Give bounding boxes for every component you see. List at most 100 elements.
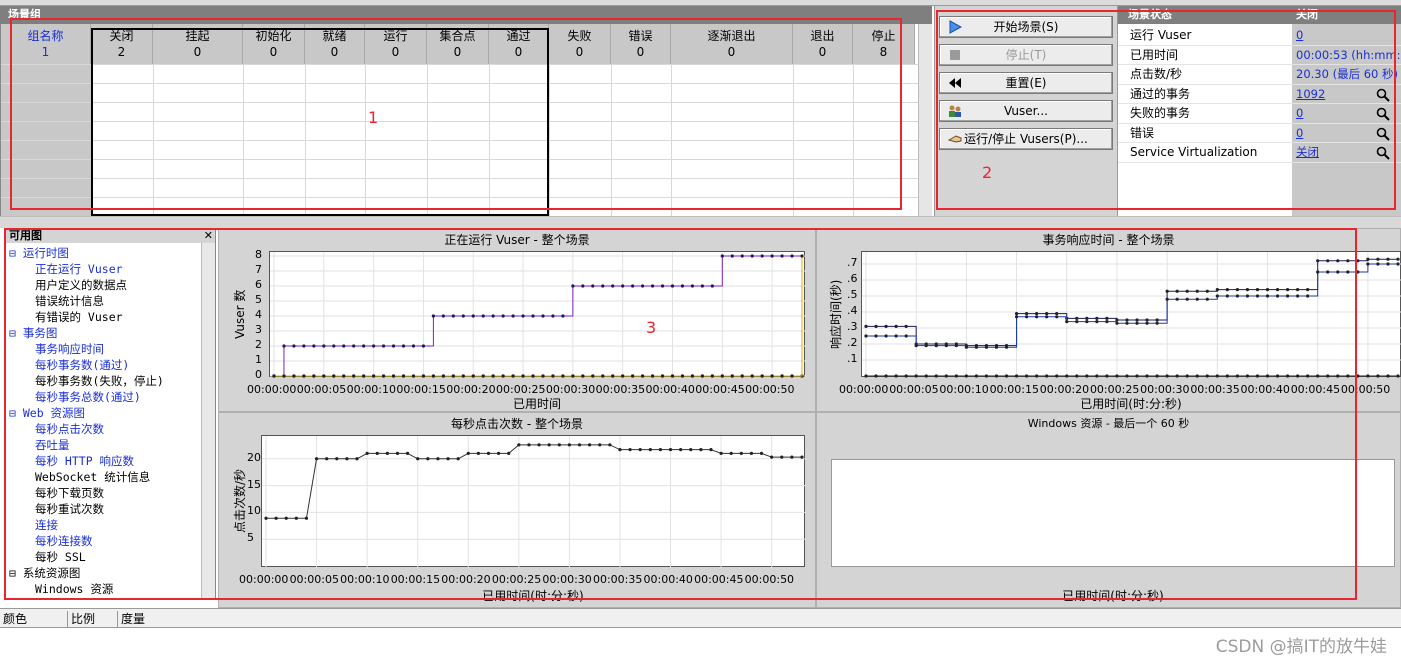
data-point xyxy=(1296,374,1300,378)
column-header-10[interactable]: 逐渐退出 0 xyxy=(671,24,793,64)
panel-splitter[interactable] xyxy=(0,216,1401,228)
data-point xyxy=(914,344,918,348)
data-point xyxy=(352,374,356,378)
graph-transaction-response-time[interactable]: 事务响应时间 - 整个场景 响应时间(秒) .1.2.3.4.5.6.7 00:0… xyxy=(816,228,1401,412)
tree-item[interactable]: 有错误的 Vuser xyxy=(35,309,123,325)
graph-title: 正在运行 Vuser - 整个场景 xyxy=(444,233,590,247)
magnifier-icon[interactable] xyxy=(1376,88,1390,102)
tree-item[interactable]: 每秒 HTTP 响应数 xyxy=(35,453,134,469)
tree-category[interactable]: ⊟ 事务图 xyxy=(9,325,57,341)
data-point xyxy=(884,324,888,328)
data-point xyxy=(994,374,999,378)
tree-item[interactable]: 连接 xyxy=(35,517,58,533)
graph-running-vusers[interactable]: 正在运行 Vuser - 整个场景 Vuser 数 0 1 2 3 4 5 6 7 8 00:00… xyxy=(218,228,816,412)
data-point xyxy=(924,344,928,348)
data-point xyxy=(1265,374,1270,378)
data-point xyxy=(461,314,465,318)
data-point xyxy=(1014,315,1019,319)
data-point xyxy=(501,374,505,378)
tree-item[interactable]: 正在运行 Vuser xyxy=(35,261,123,277)
status-row: 失败的事务 0 xyxy=(1118,104,1401,124)
data-point xyxy=(1265,288,1270,292)
data-point xyxy=(1346,374,1350,378)
close-icon[interactable]: ✕ xyxy=(204,229,213,243)
data-point xyxy=(1075,316,1079,320)
magnifier-icon[interactable] xyxy=(1376,146,1390,160)
status-key: 点击数/秒 xyxy=(1130,67,1183,81)
legend-col-measure[interactable]: 度量 xyxy=(118,611,178,627)
data-point xyxy=(739,451,743,456)
tree-item[interactable]: 每秒重试次数 xyxy=(35,501,104,517)
groups-scrollbar[interactable] xyxy=(918,24,932,216)
data-point xyxy=(700,284,704,288)
magnifier-icon[interactable] xyxy=(1376,107,1390,121)
legend-bar: 颜色 比例 度量 xyxy=(0,608,1401,662)
data-point xyxy=(1115,321,1119,325)
tree-scrollbar[interactable] xyxy=(201,243,215,599)
vusers-button[interactable]: Vuser... xyxy=(939,100,1113,122)
tree-item[interactable]: 每秒事务数(通过) xyxy=(35,357,129,373)
data-point xyxy=(1085,374,1089,378)
x-axis-label: 已用时间(时:分:秒) xyxy=(1080,397,1182,411)
data-point xyxy=(864,324,868,328)
data-point xyxy=(618,448,622,452)
column-header-11[interactable]: 退出 0 xyxy=(793,24,853,64)
status-key: 已用时间 xyxy=(1130,47,1179,62)
column-count: 0 xyxy=(575,45,584,59)
column-header-9[interactable]: 错误 0 xyxy=(611,24,671,64)
column-header-0[interactable]: 组名称 1 xyxy=(1,24,91,64)
data-point xyxy=(481,374,485,378)
y-tick-label: 0 xyxy=(255,368,262,381)
tree-item[interactable]: 错误统计信息 xyxy=(35,293,104,309)
series-line xyxy=(866,263,1398,348)
tree-item[interactable]: 每秒事务数(失败，停止) xyxy=(35,373,164,389)
data-point xyxy=(650,284,655,288)
tree-item[interactable]: 每秒点击次数 xyxy=(35,421,104,437)
status-value[interactable]: 1092 xyxy=(1296,85,1368,104)
y-tick-label: 20 xyxy=(247,450,261,464)
tree-item[interactable]: 每秒连接数 xyxy=(35,533,93,549)
column-header-12[interactable]: 停止 8 xyxy=(853,24,915,64)
tree-item[interactable]: 每秒 SSL xyxy=(35,549,86,565)
reset-button[interactable]: 重置(E) xyxy=(939,72,1113,94)
tree-item[interactable]: 用户定义的数据点 xyxy=(35,277,127,293)
legend-col-scale[interactable]: 比例 xyxy=(68,611,118,627)
tree-category[interactable]: ⊟ 系统资源图 xyxy=(9,565,80,581)
pointer-hand-icon xyxy=(948,135,962,143)
data-point xyxy=(1065,320,1069,324)
tree-item[interactable]: 吞吐量 xyxy=(35,437,70,453)
status-value: 00:00:53 (hh:mm:ss) xyxy=(1296,47,1401,62)
column-header-8[interactable]: 失败 0 xyxy=(549,24,611,64)
magnifier-icon[interactable] xyxy=(1376,127,1390,141)
tree-item[interactable]: 每秒下载页数 xyxy=(35,485,104,501)
graph-hits-per-second[interactable]: 每秒点击次数 - 整个场景 点击次数/秒 5 10 15 20 00:00:00 00:0… xyxy=(218,412,816,608)
run-stop-vusers-button[interactable]: 运行/停止 Vusers(P)... xyxy=(939,128,1113,150)
tree-item[interactable]: 事务响应时间 xyxy=(35,341,104,357)
graph-windows-resources[interactable]: Windows 资源 - 最后一个 60 秒 已用时间(时:分:秒) xyxy=(816,412,1401,608)
status-value[interactable]: 0 xyxy=(1296,104,1368,123)
data-point xyxy=(1095,316,1099,320)
data-point xyxy=(924,374,928,378)
stop-button[interactable]: 停止(T) xyxy=(939,44,1113,66)
data-point xyxy=(511,314,515,318)
status-title: 场景状态 xyxy=(1128,8,1172,21)
column-count: 0 xyxy=(818,45,827,59)
legend-col-color[interactable]: 颜色 xyxy=(0,611,68,627)
data-point xyxy=(601,374,605,378)
tree-item[interactable]: WebSocket 统计信息 xyxy=(35,469,150,485)
status-value: 0 xyxy=(1296,28,1304,42)
data-point xyxy=(780,374,784,378)
status-value[interactable]: 关闭 xyxy=(1296,143,1368,162)
data-point xyxy=(541,374,545,378)
tree-item[interactable]: 每秒事务总数(通过) xyxy=(35,389,141,405)
data-point xyxy=(800,254,804,258)
data-point xyxy=(1396,262,1400,266)
data-point xyxy=(631,284,635,288)
status-value[interactable]: 0 xyxy=(1296,124,1368,143)
tree-category[interactable]: ⊟ 运行时图 xyxy=(9,245,69,261)
y-tick-label: .7 xyxy=(847,256,858,269)
tree-item[interactable]: Windows 资源 xyxy=(35,581,113,597)
tree-category[interactable]: ⊟ Web 资源图 xyxy=(9,405,85,421)
y-tick-label: 7 xyxy=(255,263,262,276)
start-scenario-button[interactable]: 开始场景(S) xyxy=(939,16,1113,38)
